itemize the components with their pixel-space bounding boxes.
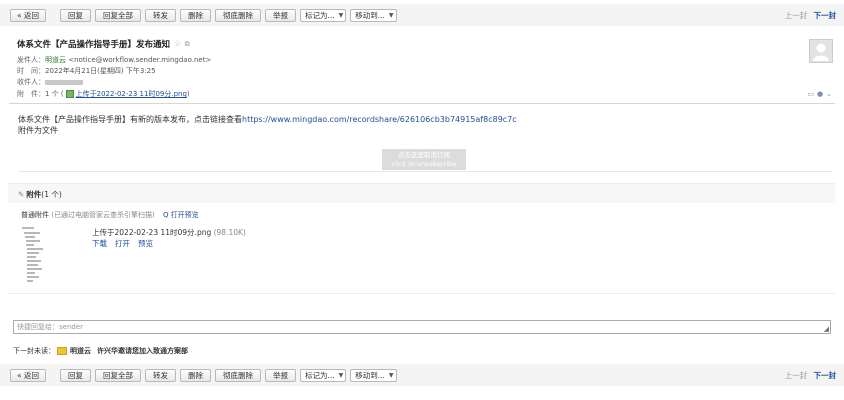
quick-reply-input[interactable]: 快捷回复给：sender ◢ <box>13 320 831 334</box>
unsubscribe-label-en: click to unsubscribe <box>391 160 457 168</box>
move-to-label: 移动到... <box>355 11 385 20</box>
unsubscribe-label-cn: 点击这里取消订阅 <box>398 151 450 159</box>
attachments-header: ✎ 附件(1 个) <box>8 183 835 203</box>
delete-permanently-button[interactable]: 彻底删除 <box>214 369 261 382</box>
attachment-file-name: 上传于2022-02-23 11时09分.png <box>92 228 212 237</box>
attach-close: ) <box>186 90 190 98</box>
move-to-label: 移动到... <box>355 371 385 380</box>
attachment-actions: 下载 打开 预览 <box>92 238 161 249</box>
expand-icon[interactable]: ⌄ <box>826 90 832 98</box>
forward-button[interactable]: 转发 <box>144 9 176 22</box>
back-button[interactable]: « 返回 <box>10 9 46 22</box>
mail-subject: 体系文件【产品操作指导手册】发布通知 <box>17 40 171 50</box>
open-link[interactable]: 打开 <box>115 239 130 248</box>
to-line: 收件人： <box>17 77 83 87</box>
avatar-placeholder-icon <box>813 43 829 61</box>
chevron-down-icon: ▼ <box>338 12 344 19</box>
time-line: 时 间：2022年4月21日(星期四) 下午3:25 <box>17 66 156 76</box>
attachment-file-size: (98.10K) <box>213 228 246 237</box>
image-file-icon <box>65 90 74 98</box>
bottom-toolbar: « 返回 回复 回复全部 转发 删除 彻底删除 举报 标记为... ▼ 移动到..… <box>0 364 844 386</box>
body-line-1: 体系文件【产品操作指导手册】有新的版本发布，点击链接查看https://www.… <box>18 114 517 125</box>
envelope-icon <box>57 347 67 355</box>
scan-note: (已通过电脑管家云查杀引擎扫描) <box>51 211 155 219</box>
mail-nav: 上一封 下一封 <box>785 10 836 21</box>
body-text: 体系文件【产品操作指导手册】有新的版本发布，点击链接查看 <box>18 115 242 124</box>
move-to-select[interactable]: 移动到... ▼ <box>350 9 397 22</box>
reply-button[interactable]: 回复 <box>59 369 91 382</box>
unsubscribe-button[interactable]: 点击这里取消订阅 click to unsubscribe <box>382 149 466 170</box>
next-mail-link[interactable]: 下一封 <box>814 371 837 380</box>
attachments-count: (1 个) <box>41 190 62 199</box>
delete-button[interactable]: 删除 <box>179 9 211 22</box>
report-button[interactable]: 举报 <box>264 369 296 382</box>
move-to-select[interactable]: 移动到... ▼ <box>350 369 397 382</box>
preview-link[interactable]: 预览 <box>138 239 153 248</box>
body-line-2: 附件为文件 <box>18 126 58 135</box>
more-icon[interactable]: ● <box>817 90 823 98</box>
avatar <box>809 39 833 63</box>
chevron-down-icon: ▼ <box>338 372 344 379</box>
next-unread-sender[interactable]: 明道云 <box>70 346 91 356</box>
mail-body: 体系文件【产品操作指导手册】有新的版本发布，点击链接查看https://www.… <box>18 114 517 136</box>
mail-nav: 上一封 下一封 <box>785 370 836 381</box>
reply-all-button[interactable]: 回复全部 <box>94 369 141 382</box>
next-mail-link[interactable]: 下一封 <box>814 11 837 20</box>
report-button[interactable]: 举报 <box>264 9 296 22</box>
from-label: 发件人： <box>17 56 45 64</box>
preview-all-link[interactable]: Q 打开预览 <box>163 211 199 219</box>
attachments-title-prefix: 附件 <box>26 190 42 199</box>
note-icon[interactable]: ▭ <box>807 90 814 98</box>
mark-as-select[interactable]: 标记为... ▼ <box>299 9 347 22</box>
quick-reply-placeholder: 快捷回复给：sender <box>17 323 84 331</box>
delete-permanently-button[interactable]: 彻底删除 <box>214 9 261 22</box>
open-window-icon[interactable]: ⧉ <box>185 40 190 49</box>
record-share-link[interactable]: https://www.mingdao.com/recordshare/6261… <box>242 115 517 124</box>
mark-as-label: 标记为... <box>304 11 335 20</box>
top-toolbar: « 返回 回复 回复全部 转发 删除 彻底删除 举报 标记为... ▼ 移动到..… <box>0 4 844 26</box>
reply-button[interactable]: 回复 <box>59 9 91 22</box>
delete-button[interactable]: 删除 <box>179 369 211 382</box>
next-unread-subject[interactable]: 许兴华邀请您加入致通方案部 <box>97 346 188 356</box>
forward-button[interactable]: 转发 <box>144 369 176 382</box>
time-label: 时 间： <box>17 67 45 75</box>
next-unread-label: 下一封未读： <box>13 347 55 355</box>
paperclip-icon: ✎ <box>18 190 25 199</box>
body-divider <box>19 171 832 172</box>
mark-as-label: 标记为... <box>304 371 335 380</box>
header-tools: ▭ ● ⌄ <box>804 90 832 98</box>
header-divider <box>9 103 835 104</box>
sender-email: <notice@workflow.sender.mingdao.net> <box>68 56 212 64</box>
chevron-down-icon: ▼ <box>388 12 394 19</box>
download-link[interactable]: 下载 <box>92 239 107 248</box>
back-button[interactable]: « 返回 <box>10 369 46 382</box>
chevron-down-icon: ▼ <box>388 372 394 379</box>
attach-label: 附 件： <box>17 90 45 98</box>
mark-as-select[interactable]: 标记为... ▼ <box>299 369 347 382</box>
next-unread-row: 下一封未读： 明道云 许兴华邀请您加入致通方案部 <box>13 346 188 356</box>
attachment-thumbnail[interactable] <box>22 225 62 283</box>
attach-line: 附 件：1 个 ( 上传于2022-02-23 11时09分.png) <box>17 89 190 99</box>
recipient-redacted <box>45 79 83 85</box>
star-icon[interactable]: ☆ <box>174 39 182 49</box>
attach-count: 1 个 ( <box>45 90 64 98</box>
attachments-title: ✎ 附件(1 个) <box>18 189 62 200</box>
resize-grip-icon[interactable]: ◢ <box>824 325 829 333</box>
attachments-subheader: 普通附件 (已通过电脑管家云查杀引擎扫描) Q 打开预览 <box>21 210 199 220</box>
to-label: 收件人： <box>17 78 45 86</box>
normal-attachment-label: 普通附件 <box>21 211 49 219</box>
from-line: 发件人：明道云 <notice@workflow.sender.mingdao.… <box>17 55 211 65</box>
attach-file-link[interactable]: 上传于2022-02-23 11时09分.png <box>76 90 187 98</box>
reply-all-button[interactable]: 回复全部 <box>94 9 141 22</box>
sender-name[interactable]: 明道云 <box>45 56 66 64</box>
mail-time: 2022年4月21日(星期四) 下午3:25 <box>45 67 156 75</box>
prev-mail-link[interactable]: 上一封 <box>785 371 808 380</box>
mail-subject-row: 体系文件【产品操作指导手册】发布通知 ☆ ⧉ <box>17 38 190 50</box>
attachment-file-name-row: 上传于2022-02-23 11时09分.png (98.10K) <box>92 227 246 238</box>
prev-mail-link[interactable]: 上一封 <box>785 11 808 20</box>
